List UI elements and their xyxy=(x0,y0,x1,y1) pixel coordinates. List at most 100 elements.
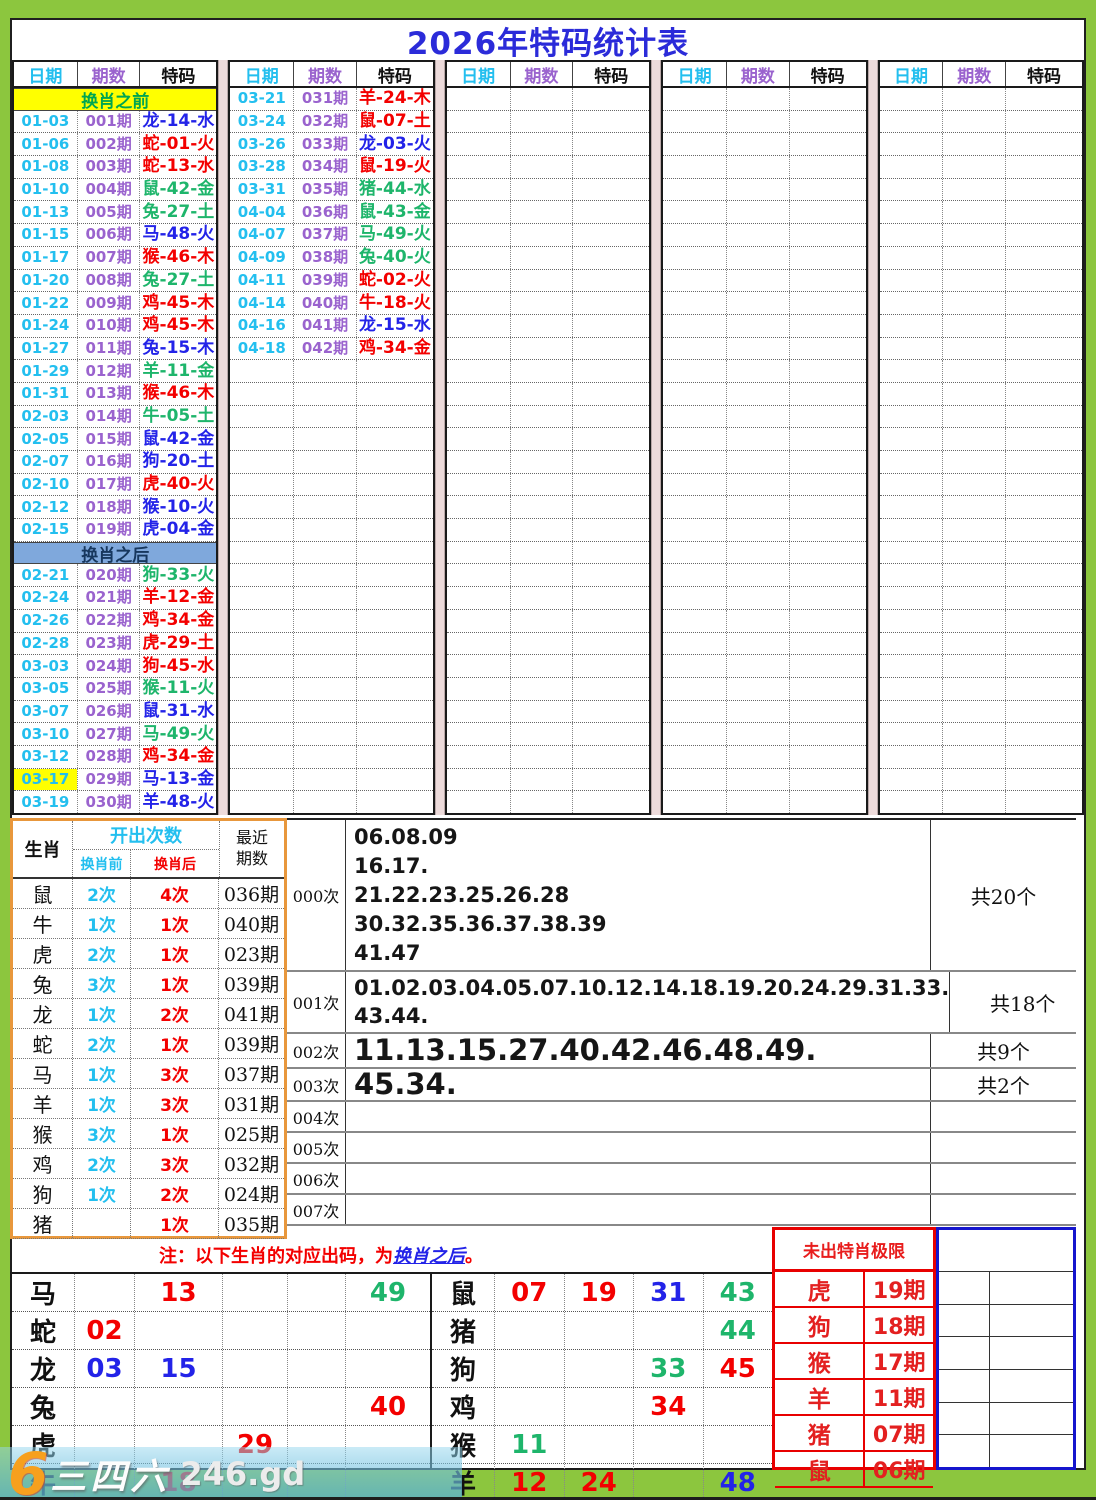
draw-code: 狗-20-土 xyxy=(139,451,216,473)
zodiac-stats-row: 马 1次 3次 037期 xyxy=(13,1059,284,1089)
draw-period: 015期 xyxy=(76,428,140,450)
draw-date: 02-28 xyxy=(21,633,70,652)
draw-code: 兔-15-木 xyxy=(139,337,216,360)
empty-draw-row xyxy=(446,541,650,565)
zodiac-stats-row: 猴 3次 1次 025期 xyxy=(13,1119,284,1149)
empty-draw-row xyxy=(879,201,1083,225)
empty-draw-row xyxy=(446,768,650,792)
draw-code: 猴-11-火 xyxy=(139,677,216,700)
recent-period: 023期 xyxy=(218,939,284,968)
empty-draw-row xyxy=(663,292,866,315)
empty-draw-row xyxy=(663,723,866,746)
number-cell: 48 xyxy=(702,1464,773,1497)
frequency-row: 005次 xyxy=(287,1133,1076,1164)
bottom-left-table: 马 13 49 蛇 02 龙 03 15 兔 40 29 xyxy=(10,1272,432,1497)
draw-rows-group1: 换肖之前 01-03 001期 龙-14-水 01-06 002期 蛇-01-火 xyxy=(14,88,217,813)
empty-draw-row xyxy=(230,360,433,383)
frequency-numbers xyxy=(346,1102,930,1131)
draw-period: 008期 xyxy=(76,269,140,292)
frequency-label: 007次 xyxy=(287,1195,346,1224)
number-cell: 11 xyxy=(494,1426,564,1463)
empty-draw-row xyxy=(230,496,433,520)
draw-date: 01-27 xyxy=(21,338,70,357)
zodiac-name: 马 xyxy=(13,1059,73,1088)
draw-date: 03-03 xyxy=(21,656,70,675)
before-count: 3次 xyxy=(87,1126,116,1146)
empty-draw-row xyxy=(879,519,1083,542)
draw-code: 鼠-43-金 xyxy=(355,201,433,224)
empty-draw-row xyxy=(879,156,1083,179)
frequency-total: 共2个 xyxy=(930,1069,1076,1100)
bottom-right-row: 猪 44 xyxy=(432,1312,772,1350)
bottom-left-row: 蛇 02 xyxy=(12,1312,430,1350)
draw-row: 01-24 010期 鸡-45-木 xyxy=(14,314,217,338)
empty-draw-row xyxy=(230,791,432,813)
number-cell: 24 xyxy=(563,1464,634,1497)
draw-date: 01-15 xyxy=(21,225,70,244)
draw-period: 006期 xyxy=(76,224,140,246)
draw-row: 03-17 029期 马-13-金 xyxy=(14,768,217,792)
empty-draw-row xyxy=(230,655,433,678)
limits-row: 羊 11期 xyxy=(775,1380,933,1416)
number-cell xyxy=(222,1350,287,1387)
empty-draw-row xyxy=(446,700,650,724)
frequency-numbers xyxy=(346,1133,930,1162)
number-cell: 19 xyxy=(563,1274,634,1311)
empty-draw-row xyxy=(446,110,650,134)
draw-period: 042期 xyxy=(293,337,356,360)
empty-draw-row xyxy=(446,337,650,361)
zodiac-name: 牛 xyxy=(13,909,73,938)
frequency-total: 共9个 xyxy=(930,1034,1076,1067)
limits-row: 狗 18期 xyxy=(775,1308,933,1344)
empty-draw-row xyxy=(446,496,650,520)
empty-draw-row xyxy=(879,745,1083,769)
draw-period: 003期 xyxy=(76,156,140,178)
number-cell: 13 xyxy=(134,1274,222,1311)
draw-row: 03-10 027期 马-49-火 xyxy=(14,723,217,746)
empty-draw-row xyxy=(230,564,433,588)
frequency-row: 003次 45.34. 共2个 xyxy=(287,1067,1076,1102)
draw-date: 02-24 xyxy=(21,588,70,607)
draw-table-header: 日期 期数 特码 xyxy=(14,62,217,88)
after-count: 1次 xyxy=(130,909,218,938)
date-column-header: 日期 xyxy=(893,66,928,87)
draw-period: 017期 xyxy=(76,473,140,496)
empty-cell xyxy=(990,1435,1073,1467)
limits-period: 17期 xyxy=(863,1344,933,1378)
watermark-domain: 246.gd xyxy=(180,1454,306,1493)
number-cell xyxy=(702,1388,773,1425)
draw-code: 鸡-34-金 xyxy=(355,337,433,360)
draw-period: 041期 xyxy=(293,314,356,337)
empty-draw-row xyxy=(879,428,1083,451)
limits-panel-title: 未出特肖极限 xyxy=(772,1227,936,1272)
zodiac-stats-row: 兔 3次 1次 039期 xyxy=(13,969,284,999)
draw-date: 01-10 xyxy=(21,180,70,199)
section-header-after: 换肖之后 xyxy=(14,541,217,566)
empty-cell xyxy=(939,1304,990,1337)
number-cell: 03 xyxy=(74,1350,134,1387)
draw-row: 02-10 017期 虎-40-火 xyxy=(14,473,217,497)
before-count: 1次 xyxy=(87,1186,116,1206)
frequency-row: 006次 xyxy=(287,1164,1076,1195)
draw-period: 001期 xyxy=(76,110,140,133)
draw-date: 03-19 xyxy=(21,792,70,811)
draw-code: 鼠-07-土 xyxy=(355,110,433,133)
recent-period: 032期 xyxy=(218,1149,284,1178)
frequency-numbers: 11.13.15.27.40.42.46.48.49. xyxy=(354,1032,817,1067)
draw-date: 03-05 xyxy=(21,679,70,698)
empty-draw-row xyxy=(879,382,1083,406)
number-cell xyxy=(633,1464,703,1497)
frequency-row: 001次 01.02.03.04.05.07.10.12.14.18.19.20… xyxy=(287,972,1076,1034)
draw-table-group3: 日期 期数 特码 xyxy=(444,60,652,815)
draw-date: 04-14 xyxy=(237,293,286,312)
draw-date: 01-31 xyxy=(21,384,70,403)
empty-draw-row xyxy=(663,224,866,247)
draw-row: 02-07 016期 狗-20-土 xyxy=(14,451,217,474)
blue-empty-panel xyxy=(936,1227,1076,1470)
after-count: 3次 xyxy=(130,1089,218,1118)
period-column-header: 期数 xyxy=(942,62,1005,87)
before-count: 1次 xyxy=(87,916,116,936)
code-column-header: 特码 xyxy=(788,62,866,87)
after-count: 2次 xyxy=(130,999,218,1028)
limits-row: 鼠 06期 xyxy=(775,1452,933,1488)
